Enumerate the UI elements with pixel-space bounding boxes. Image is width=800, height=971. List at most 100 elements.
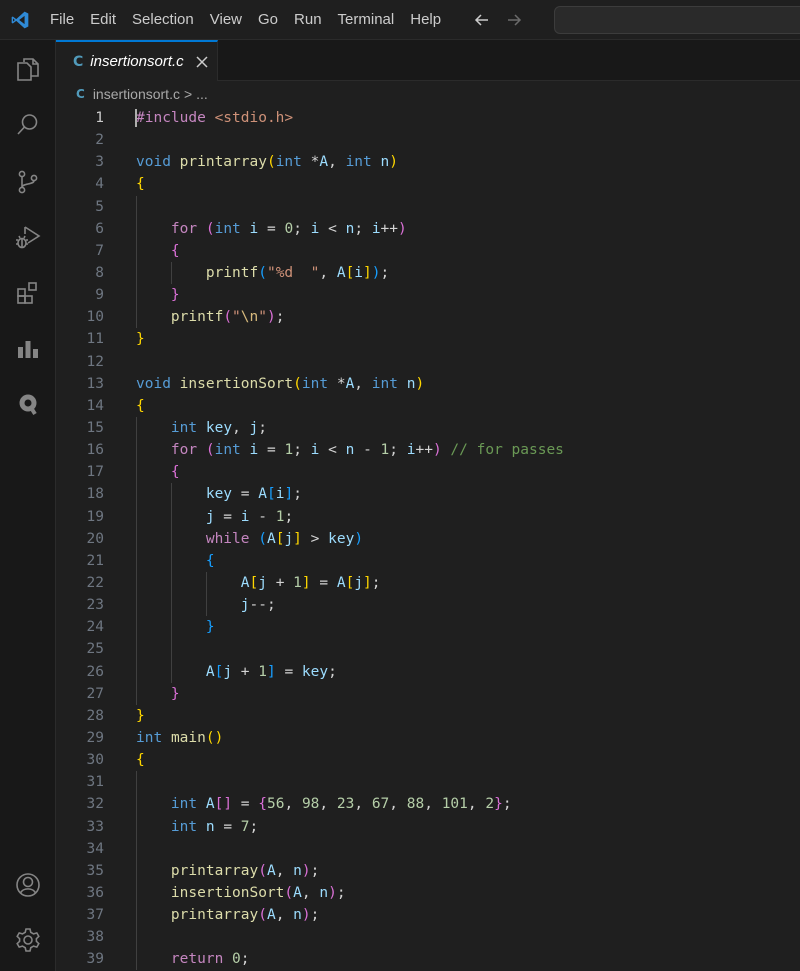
code-line[interactable]: 7 { (56, 239, 800, 262)
code-token: int (170, 818, 198, 835)
extensions-icon[interactable] (0, 271, 56, 315)
code-token: ( (284, 884, 294, 901)
line-number: 33 (86, 818, 104, 835)
code-line[interactable]: 21 { (56, 549, 800, 572)
settings-gear-icon[interactable] (0, 918, 56, 962)
code-line[interactable]: 19 j = i - 1; (56, 505, 800, 528)
code-token: A (266, 907, 276, 924)
menu-edit[interactable]: Edit (82, 0, 124, 40)
code-token: ( (205, 220, 215, 237)
code-line[interactable]: 39 return 0; (56, 948, 800, 971)
code-line[interactable]: 14 { (56, 395, 800, 417)
code-token: { (136, 397, 145, 414)
code-line[interactable]: 24 } (56, 616, 800, 639)
code-text: j = i - 1; (136, 506, 293, 528)
code-token: ] (284, 486, 294, 503)
code-line[interactable]: 20 while (A[j] > key) (56, 527, 800, 550)
code-token: , (232, 419, 250, 436)
code-token: ; (284, 508, 294, 525)
code-line[interactable]: 10 printf("\n"); (56, 306, 800, 329)
code-line[interactable]: 38 (56, 926, 800, 949)
code-line[interactable]: 37 printarray(A, n); (56, 904, 800, 927)
code-line[interactable]: 1 #include <stdio.h> (56, 107, 800, 129)
line-number: 31 (86, 774, 104, 791)
line-number: 8 (95, 264, 104, 281)
code-token: ; (275, 309, 285, 326)
line-number: 6 (95, 220, 104, 237)
code-line[interactable]: 11} (56, 328, 800, 350)
code-line[interactable]: 2 (56, 129, 800, 151)
code-line[interactable]: 28} (56, 705, 800, 727)
code-token: ; (293, 486, 302, 503)
menu-view[interactable]: View (202, 0, 250, 40)
menu-run[interactable]: Run (286, 0, 330, 40)
code-line[interactable]: 5 (56, 195, 800, 218)
code-token: while (205, 530, 250, 547)
code-token: j (205, 508, 215, 525)
quokka-icon[interactable] (0, 382, 56, 426)
code-line[interactable]: 32 int A[] = {56, 98, 23, 67, 88, 101, 2… (56, 793, 800, 816)
menu-selection[interactable]: Selection (124, 0, 202, 40)
code-line[interactable]: 27 } (56, 682, 800, 705)
code-line[interactable]: 26 A[j + 1] = key; (56, 660, 800, 683)
breadcrumb-file[interactable]: insertionsort.c (93, 86, 180, 102)
code-line[interactable]: 22 A[j + 1] = A[j]; (56, 571, 800, 595)
code-line[interactable]: 16 for (int i = 1; i < n - 1; i++) // fo… (56, 439, 800, 462)
code-line[interactable]: 23 j--; (56, 594, 800, 617)
source-control-icon[interactable] (0, 160, 56, 204)
code-line[interactable]: 31 (56, 771, 800, 794)
menu-help[interactable]: Help (402, 0, 449, 40)
code-line[interactable]: 15 int key, j; (56, 416, 800, 440)
breadcrumb-symbols[interactable]: ... (196, 86, 208, 102)
code-token: j (284, 530, 294, 547)
code-token: ; (502, 796, 512, 813)
code-line[interactable]: 33 int n = 7; (56, 815, 800, 838)
files-icon[interactable] (0, 47, 56, 91)
menu-file[interactable]: File (42, 0, 82, 40)
code-token: A (240, 574, 250, 591)
code-text: } (136, 284, 180, 306)
code-line[interactable]: 25 (56, 638, 800, 661)
run-debug-icon[interactable] (0, 215, 56, 259)
back-arrow-icon[interactable] (471, 9, 493, 31)
code-line[interactable]: 35 printarray(A, n); (56, 859, 800, 882)
code-token: , (301, 884, 320, 901)
code-line[interactable]: 13 void insertionSort(int *A, int n) (56, 373, 800, 395)
code-token: int (170, 419, 198, 436)
menu-go[interactable]: Go (250, 0, 286, 40)
command-center-search[interactable] (554, 6, 800, 34)
code-line[interactable]: 8 printf("%d ", A[i]); (56, 261, 800, 285)
code-line[interactable]: 17 { (56, 461, 800, 484)
charts-icon[interactable] (0, 327, 56, 371)
account-icon[interactable] (0, 863, 56, 907)
code-line[interactable]: 6 for (int i = 0; i < n; i++) (56, 217, 800, 240)
code-token: ; (258, 419, 267, 436)
code-text: { (136, 395, 145, 417)
indent-guide (171, 638, 172, 661)
code-line[interactable]: 29 int main() (56, 727, 800, 749)
search-icon[interactable] (0, 103, 56, 147)
code-line[interactable]: 36 insertionSort(A, n); (56, 881, 800, 905)
indent-guide (136, 837, 137, 860)
code-token: ; (240, 951, 250, 968)
code-editor[interactable]: 1 #include <stdio.h> 2 3 void printarray(int… (56, 107, 800, 971)
forward-arrow-icon[interactable] (503, 9, 525, 31)
menu-terminal[interactable]: Terminal (330, 0, 403, 40)
code-line[interactable]: 9 } (56, 284, 800, 307)
code-line[interactable]: 4{ (56, 173, 800, 195)
code-token: A (336, 264, 346, 281)
line-number: 5 (95, 198, 104, 215)
code-token: ; (293, 442, 311, 459)
code-line[interactable]: 12 (56, 351, 800, 373)
code-token: ) (354, 530, 364, 547)
tab-label: insertionsort.c (90, 53, 184, 70)
code-line[interactable]: 18 key = A[i]; (56, 483, 800, 506)
code-token: ) (415, 375, 425, 392)
code-line[interactable]: 3 void printarray(int *A, int n) (56, 151, 800, 173)
tab-insertionsort-c[interactable]: C insertionsort.c (56, 40, 218, 81)
code-line[interactable]: 30 { (56, 749, 800, 771)
code-line[interactable]: 34 (56, 837, 800, 860)
close-icon[interactable] (194, 54, 210, 70)
